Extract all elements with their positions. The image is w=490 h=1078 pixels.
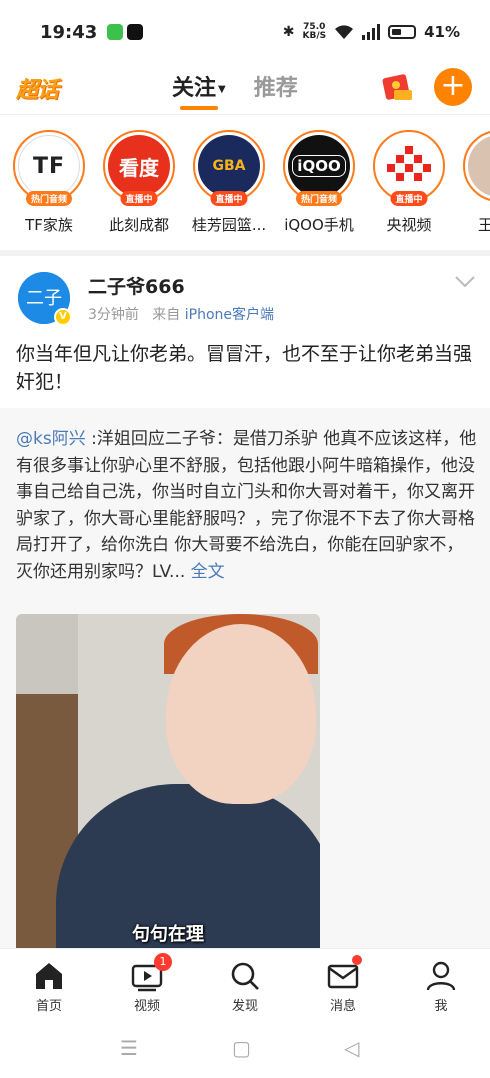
add-button[interactable]: +	[434, 68, 472, 106]
status-time: 19:43	[40, 21, 98, 43]
post-meta: 3分钟前 来自 iPhone客户端	[88, 304, 274, 324]
tab-recommended[interactable]: 推荐	[254, 70, 298, 102]
stories-row: TF 热门音频 TF家族 看度 直播中 此刻成都 GBA 直播中 桂芳园篮...…	[0, 126, 490, 246]
post-source-prefix: 来自	[152, 307, 181, 323]
quote-text: @ks阿兴 :洋姐回应二子爷：是借刀杀驴 他真不应该这样，他有很多事让你驴心里不…	[16, 426, 478, 585]
story-name: 央视频	[386, 216, 432, 234]
video-caption: 句句在理	[132, 924, 204, 945]
chevron-down-icon: ▼	[218, 83, 226, 95]
bottom-nav: 首页 1 视频 发现 消息 我	[0, 948, 490, 1022]
system-nav-bar: ☰ ▢ ◁	[0, 1022, 490, 1078]
tab-following[interactable]: 关注 ▼	[172, 70, 226, 110]
post-source[interactable]: iPhone客户端	[185, 307, 274, 323]
tiktok-icon	[127, 24, 144, 40]
section-gap	[0, 250, 490, 256]
home-icon	[32, 959, 66, 993]
nav-video[interactable]: 1 视频	[117, 953, 177, 1014]
svg-text:二子: 二子	[26, 288, 62, 309]
story-item-iqoo[interactable]: iQOO 热门音频 iQOO手机	[274, 130, 364, 235]
mail-icon	[326, 955, 362, 993]
status-bar: 19:43 ✱ 75.0 KB/S 41%	[0, 0, 490, 64]
chaohua-logo[interactable]: 超话	[16, 72, 59, 104]
video-thumbnail[interactable]: 句句在理	[16, 614, 320, 950]
nav-profile[interactable]: 我	[411, 959, 471, 1014]
cctv-logo-icon	[387, 146, 431, 181]
wifi-icon	[335, 25, 354, 39]
avatar: GBA	[198, 135, 260, 197]
post-text: 你当年但凡让你老弟。冒冒汗，也不至于让你老弟当强奸犯！	[16, 343, 473, 393]
quoted-post[interactable]: @ks阿兴 :洋姐回应二子爷：是借刀杀驴 他真不应该这样，他有很多事让你驴心里不…	[0, 408, 490, 950]
avatar: 看度	[108, 135, 170, 197]
verified-icon: V	[54, 308, 72, 326]
battery-icon	[388, 25, 417, 39]
nav-label: 首页	[35, 999, 62, 1014]
story-name: 此刻成都	[108, 216, 169, 234]
status-badge: 直播中	[210, 191, 248, 206]
notification-badge: 1	[154, 953, 172, 971]
story-item-basketball[interactable]: GBA 直播中 桂芳园篮...	[184, 130, 274, 235]
avatar: iQOO	[288, 135, 350, 197]
story-item-chengdu[interactable]: 看度 直播中 此刻成都	[94, 130, 184, 235]
network-speed: 75.0 KB/S	[302, 22, 327, 41]
post-username[interactable]: 二子爷666	[88, 272, 185, 299]
story-name: iQOO手机	[284, 216, 354, 234]
nav-label: 我	[434, 999, 448, 1014]
avatar	[378, 135, 440, 197]
story-name: TF家族	[25, 216, 73, 234]
story-name: 王	[478, 216, 490, 234]
read-more-link[interactable]: 全文	[191, 562, 225, 582]
post-time: 3分钟前	[88, 307, 139, 323]
chevron-down-icon[interactable]	[454, 274, 476, 293]
story-name: 桂芳园篮...	[191, 216, 267, 234]
top-nav: 超话 关注 ▼ 推荐 +	[0, 64, 490, 114]
profile-icon	[424, 959, 458, 993]
avatar	[468, 135, 490, 197]
status-badge: 热门音频	[295, 191, 343, 206]
red-packet-icon[interactable]	[380, 70, 414, 104]
story-item-partial[interactable]: 王	[454, 130, 490, 235]
nav-home[interactable]: 首页	[19, 959, 79, 1014]
feed-tabs: 关注 ▼ 推荐	[172, 70, 298, 110]
nav-label: 发现	[231, 999, 258, 1014]
nav-messages[interactable]: 消息	[313, 955, 373, 1014]
quote-mention[interactable]: @ks阿兴	[16, 429, 86, 449]
unread-dot	[352, 955, 362, 965]
back-icon[interactable]: ◁	[344, 1036, 359, 1060]
battery-percent: 41%	[424, 23, 460, 41]
status-badge: 热门音频	[25, 191, 73, 206]
status-badge: 直播中	[120, 191, 158, 206]
post-avatar[interactable]: 二子 V	[18, 272, 72, 326]
menu-icon[interactable]: ☰	[120, 1036, 138, 1060]
video-icon: 1	[130, 953, 172, 993]
avatar: TF	[18, 135, 80, 197]
search-icon	[228, 959, 262, 993]
signal-icon	[362, 24, 381, 40]
story-item-tf[interactable]: TF 热门音频 TF家族	[4, 130, 94, 235]
notification-icons	[107, 24, 144, 40]
nav-discover[interactable]: 发现	[215, 959, 275, 1014]
home-square-icon[interactable]: ▢	[232, 1036, 251, 1060]
nav-label: 消息	[329, 999, 356, 1014]
nav-label: 视频	[133, 999, 160, 1014]
divider	[0, 114, 490, 115]
quote-body: :洋姐回应二子爷：是借刀杀驴 他真不应该这样，他有很多事让你驴心里不舒服，包括他…	[16, 429, 477, 582]
wechat-icon	[107, 24, 124, 40]
status-badge: 直播中	[390, 191, 428, 206]
story-item-cctv[interactable]: 直播中 央视频	[364, 130, 454, 235]
bluetooth-icon: ✱	[282, 24, 295, 40]
